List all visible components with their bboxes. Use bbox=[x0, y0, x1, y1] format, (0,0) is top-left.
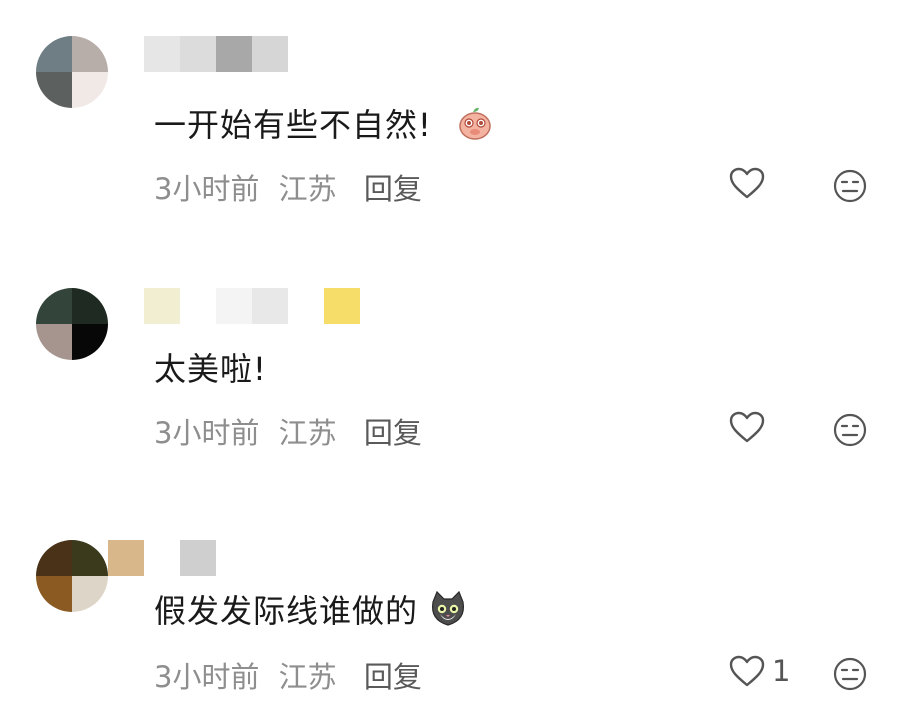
comment-time: 3小时前 bbox=[154, 416, 260, 450]
neutral-face-icon bbox=[833, 657, 867, 691]
comment-time: 3小时前 bbox=[154, 172, 260, 206]
comment-text: 假发发际线谁做的 bbox=[154, 586, 467, 636]
neutral-face-icon bbox=[833, 169, 867, 203]
like-button[interactable] bbox=[728, 166, 772, 200]
reply-button[interactable]: 回复 bbox=[364, 416, 422, 450]
comment-meta: 3小时前 江苏 回复 bbox=[154, 654, 422, 696]
reply-button[interactable]: 回复 bbox=[364, 660, 422, 694]
comment-location: 江苏 bbox=[278, 416, 337, 450]
avatar[interactable] bbox=[36, 36, 108, 108]
comment-text-content: 太美啦! bbox=[154, 350, 267, 388]
dislike-button[interactable] bbox=[832, 656, 868, 696]
cat-face-emoji bbox=[429, 590, 467, 636]
comment-text-content: 假发发际线谁做的 bbox=[154, 592, 419, 630]
avatar[interactable] bbox=[36, 540, 108, 612]
comment-location: 江苏 bbox=[278, 172, 337, 206]
like-button[interactable] bbox=[728, 410, 772, 444]
comment-location: 江苏 bbox=[278, 660, 337, 694]
comment-item: 假发发际线谁做的 3小时前 江苏 回复 1 bbox=[0, 488, 922, 728]
heart-icon bbox=[729, 655, 765, 687]
avatar[interactable] bbox=[36, 288, 108, 360]
comment-text: 太美啦! bbox=[154, 344, 267, 390]
dislike-button[interactable] bbox=[832, 412, 868, 452]
comment-text-content: 一开始有些不自然! bbox=[154, 106, 432, 144]
like-button[interactable]: 1 bbox=[728, 654, 790, 688]
comment-item: 太美啦! 3小时前 江苏 回复 bbox=[0, 244, 922, 484]
like-count: 1 bbox=[772, 654, 791, 688]
dislike-button[interactable] bbox=[832, 168, 868, 208]
heart-icon bbox=[729, 411, 765, 443]
comment-text: 一开始有些不自然! bbox=[154, 100, 493, 149]
comment-meta: 3小时前 江苏 回复 bbox=[154, 410, 422, 452]
comment-time: 3小时前 bbox=[154, 660, 260, 694]
comment-item: 一开始有些不自然! 3小时前 江苏 回复 bbox=[0, 0, 922, 240]
reply-button[interactable]: 回复 bbox=[364, 172, 422, 206]
heart-icon bbox=[729, 167, 765, 199]
peach-face-emoji bbox=[457, 105, 493, 149]
comment-meta: 3小时前 江苏 回复 bbox=[154, 166, 422, 208]
neutral-face-icon bbox=[833, 413, 867, 447]
